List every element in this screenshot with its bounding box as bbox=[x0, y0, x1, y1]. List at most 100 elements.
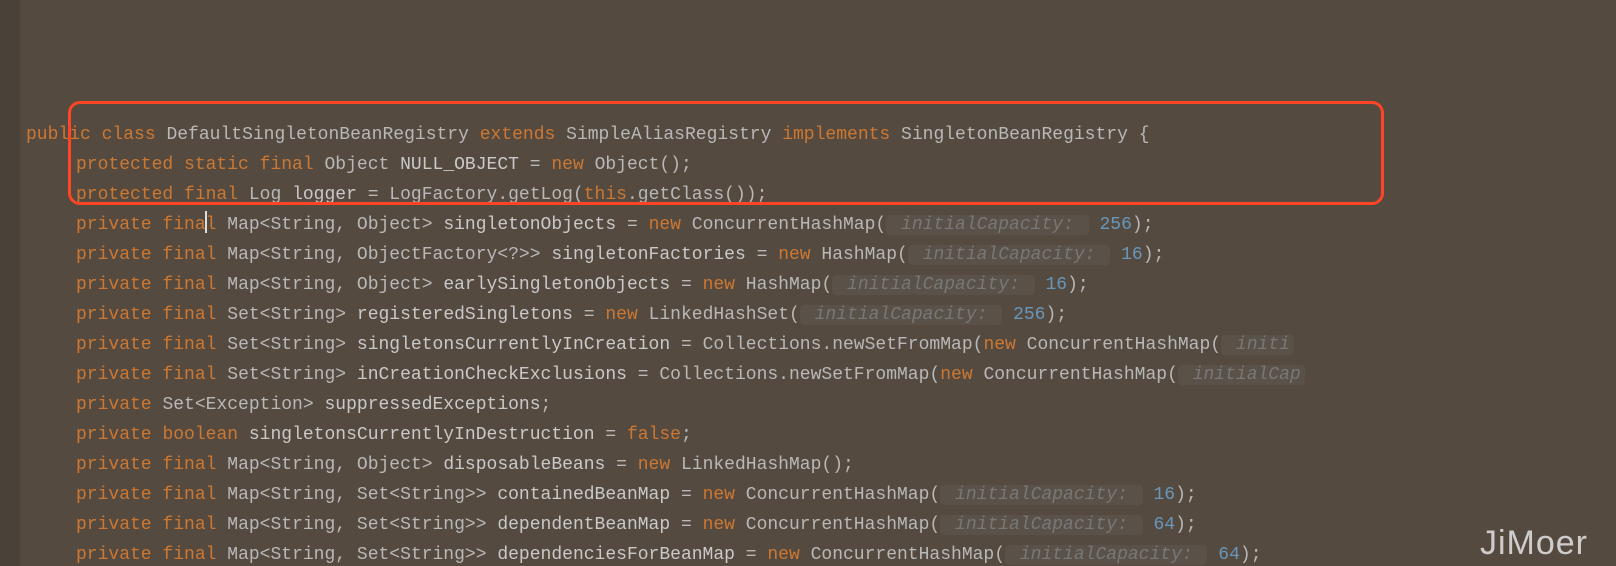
token-kw: new bbox=[605, 305, 637, 325]
token-plain bbox=[1207, 545, 1218, 565]
token-plain bbox=[216, 515, 227, 535]
token-plain bbox=[487, 515, 498, 535]
token-kw: protected bbox=[76, 155, 173, 175]
token-plain bbox=[346, 305, 357, 325]
token-type: Map<String, Set<String>> bbox=[227, 515, 486, 535]
token-plain bbox=[152, 305, 163, 325]
token-kw: new bbox=[767, 545, 799, 565]
token-op: = bbox=[670, 275, 702, 295]
code-line[interactable]: private final Set<String> inCreationChec… bbox=[20, 360, 1616, 390]
token-kw: implements bbox=[782, 125, 890, 145]
token-field: containedBeanMap bbox=[497, 485, 670, 505]
token-plain bbox=[1016, 335, 1027, 355]
token-kw: new bbox=[703, 515, 735, 535]
code-line[interactable]: protected static final Object NULL_OBJEC… bbox=[20, 150, 1616, 180]
token-type: ConcurrentHashMap bbox=[983, 365, 1167, 385]
token-kw: new bbox=[551, 155, 583, 175]
token-field: singletonsCurrentlyInDestruction bbox=[249, 425, 595, 445]
token-plain bbox=[281, 185, 292, 205]
token-plain bbox=[771, 125, 782, 145]
token-plain bbox=[173, 185, 184, 205]
token-op: ); bbox=[1175, 485, 1197, 505]
token-kw: new bbox=[638, 455, 670, 475]
token-plain bbox=[890, 125, 901, 145]
token-plain bbox=[152, 245, 163, 265]
token-plain bbox=[1002, 305, 1013, 325]
token-plain bbox=[433, 275, 444, 295]
token-hint: initialCap bbox=[1178, 365, 1305, 385]
token-plain bbox=[1110, 245, 1121, 265]
token-num: 16 bbox=[1045, 275, 1067, 295]
code-line[interactable]: protected final Log logger = LogFactory.… bbox=[20, 180, 1616, 210]
token-num: 256 bbox=[1099, 215, 1131, 235]
token-plain bbox=[152, 215, 163, 235]
token-type: Object bbox=[595, 155, 660, 175]
token-hint: initialCapacity: bbox=[800, 305, 1002, 325]
token-num: 64 bbox=[1218, 545, 1240, 565]
token-hint: initialCapacity: bbox=[886, 215, 1088, 235]
code-line[interactable]: private final Map<String, Object> dispos… bbox=[20, 450, 1616, 480]
token-kw: final bbox=[162, 455, 216, 475]
code-line[interactable]: private final Map<String, Set<String>> d… bbox=[20, 540, 1616, 566]
token-type: Collections.newSetFromMap( bbox=[659, 365, 940, 385]
token-hint: initialCapacity: bbox=[940, 515, 1142, 535]
token-type: Map<String, Object> bbox=[227, 275, 432, 295]
code-line[interactable]: private final Map<String, Set<String>> c… bbox=[20, 480, 1616, 510]
token-op: ); bbox=[1132, 215, 1154, 235]
token-kw: private bbox=[76, 545, 152, 565]
token-op: (); bbox=[659, 155, 691, 175]
token-plain bbox=[670, 455, 681, 475]
token-kw: final bbox=[162, 485, 216, 505]
token-type: Map<String, Object> bbox=[227, 455, 432, 475]
token-kw: private bbox=[76, 335, 152, 355]
code-line[interactable]: private final Map<String, Object> earlyS… bbox=[20, 270, 1616, 300]
token-kw: final bbox=[162, 545, 216, 565]
token-field: inCreationCheckExclusions bbox=[357, 365, 627, 385]
token-op: ( bbox=[789, 305, 800, 325]
token-type: Log bbox=[249, 185, 281, 205]
token-type: Map<String, Object> bbox=[227, 215, 432, 235]
token-field: dependentBeanMap bbox=[497, 515, 670, 535]
token-op: ( bbox=[1167, 365, 1178, 385]
token-type: HashMap bbox=[821, 245, 897, 265]
token-hint: initialCapacity: bbox=[832, 275, 1034, 295]
token-plain bbox=[811, 245, 822, 265]
token-kw: final bbox=[162, 275, 216, 295]
code-line[interactable]: private final Map<String, ObjectFactory<… bbox=[20, 240, 1616, 270]
token-field: singletonsCurrentlyInCreation bbox=[357, 335, 670, 355]
token-plain bbox=[216, 485, 227, 505]
token-op: { bbox=[1128, 125, 1150, 145]
token-op: ( bbox=[821, 275, 832, 295]
code-editor[interactable]: public class DefaultSingletonBeanRegistr… bbox=[0, 0, 1616, 566]
token-plain bbox=[238, 185, 249, 205]
token-op: ( bbox=[929, 515, 940, 535]
token-plain bbox=[681, 215, 692, 235]
code-line[interactable]: private Set<Exception> suppressedExcepti… bbox=[20, 390, 1616, 420]
token-plain bbox=[216, 455, 227, 475]
token-type: ConcurrentHashMap bbox=[1027, 335, 1211, 355]
code-line[interactable]: private final Set<String> singletonsCurr… bbox=[20, 330, 1616, 360]
token-plain bbox=[152, 425, 163, 445]
token-kw: final bbox=[162, 245, 216, 265]
token-op: .getLog( bbox=[497, 185, 583, 205]
token-type: Map<String, ObjectFactory<?>> bbox=[227, 245, 540, 265]
code-line[interactable]: private final Map<String, Object> single… bbox=[20, 210, 1616, 240]
code-line[interactable]: public class DefaultSingletonBeanRegistr… bbox=[20, 120, 1616, 150]
token-kw: class bbox=[102, 125, 156, 145]
watermark: JiMoer bbox=[1480, 528, 1588, 558]
code-line[interactable]: private boolean singletonsCurrentlyInDes… bbox=[20, 420, 1616, 450]
code-line[interactable]: private final Map<String, Set<String>> d… bbox=[20, 510, 1616, 540]
token-plain bbox=[973, 365, 984, 385]
token-op: = bbox=[627, 365, 659, 385]
token-kw: new bbox=[983, 335, 1015, 355]
token-plain bbox=[152, 485, 163, 505]
code-line[interactable]: private final Set<String> registeredSing… bbox=[20, 300, 1616, 330]
token-op: ); bbox=[1143, 245, 1165, 265]
code-area[interactable]: public class DefaultSingletonBeanRegistr… bbox=[20, 120, 1616, 566]
token-plain bbox=[541, 245, 552, 265]
token-field: registeredSingletons bbox=[357, 305, 573, 325]
token-plain bbox=[487, 485, 498, 505]
token-op: ; bbox=[541, 395, 552, 415]
token-op: = bbox=[595, 425, 627, 445]
token-kw: private bbox=[76, 425, 152, 445]
